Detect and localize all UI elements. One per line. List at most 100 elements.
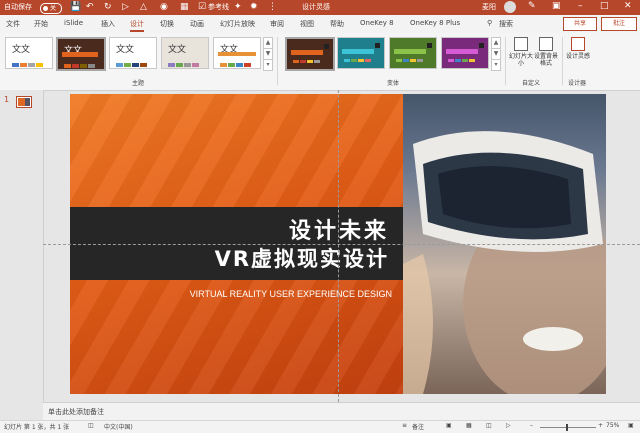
variant-3[interactable] — [389, 37, 437, 69]
search-icon[interactable]: ⚲ — [487, 19, 492, 27]
theme-band — [62, 52, 98, 57]
toggle-knob — [43, 6, 48, 11]
design-ideas-button[interactable]: 设计灵感 — [566, 37, 590, 60]
ribbon-display-icon[interactable]: ▣ — [552, 1, 561, 11]
slide-title-2[interactable]: VR虚拟现实设计 — [215, 243, 389, 273]
variant-stripe — [446, 49, 478, 54]
accessibility-icon[interactable]: ◫ — [88, 422, 94, 429]
autosave-toggle[interactable]: 关 — [40, 3, 62, 14]
close-button[interactable]: ✕ — [624, 1, 632, 11]
themes-more[interactable]: ▾ — [263, 59, 273, 71]
format-background-button[interactable]: 设置背景格式 — [534, 37, 558, 67]
ruler-icon[interactable]: ▦ — [180, 2, 189, 12]
customize-group-label: 自定义 — [522, 80, 541, 87]
notes-toggle[interactable]: 备注 — [412, 422, 424, 431]
theme-colors — [64, 61, 96, 68]
undo-icon[interactable]: ↶ — [86, 2, 94, 12]
user-avatar[interactable] — [504, 1, 516, 13]
tab-review[interactable]: 审阅 — [270, 19, 284, 29]
zoom-out-icon[interactable]: – — [530, 422, 533, 429]
comments-button[interactable]: 批注 — [601, 17, 637, 31]
themes-group-label: 主题 — [132, 80, 145, 87]
eyedropper-icon[interactable]: ✦ — [234, 2, 242, 12]
tab-home[interactable]: 开始 — [34, 19, 48, 29]
variant-stripe — [394, 49, 426, 54]
slide-size-label: 幻灯片大小 — [509, 53, 534, 67]
wand-icon[interactable]: ✹ — [250, 2, 258, 12]
slide-thumbnail[interactable] — [16, 96, 32, 108]
comments-label: 批注 — [612, 20, 625, 27]
variant-1[interactable] — [285, 37, 335, 71]
tab-islide[interactable]: iSlide — [64, 19, 83, 27]
theme-facet[interactable]: 文文 — [109, 37, 157, 69]
slide-subtitle[interactable]: VIRTUAL REALITY USER EXPERIENCE DESIGN — [70, 289, 392, 299]
more-icon[interactable]: ⋮ — [268, 2, 277, 12]
share-label: 共享 — [573, 20, 586, 27]
theme-selected[interactable]: 文文 — [56, 37, 106, 71]
share-button[interactable]: 共享 — [563, 17, 597, 31]
document-title: 设计灵感 — [302, 3, 330, 11]
variant-swatch — [479, 43, 484, 48]
tab-onekey8plus[interactable]: OneKey 8 Plus — [410, 19, 460, 27]
variant-swatch — [324, 44, 329, 49]
format-background-icon — [539, 37, 553, 51]
save-icon[interactable]: 💾 — [70, 2, 81, 12]
tab-design[interactable]: 设计 — [130, 19, 144, 32]
variants-group-label: 变体 — [387, 80, 400, 87]
sorter-view-icon[interactable]: ▦ — [466, 422, 472, 429]
zoom-slider-thumb[interactable] — [566, 424, 568, 431]
tab-slideshow[interactable]: 幻灯片放映 — [220, 19, 255, 29]
notes-pane[interactable]: 单击此处添加备注 — [43, 402, 640, 421]
tab-animations[interactable]: 动画 — [190, 19, 204, 29]
variants-more[interactable]: ▾ — [491, 59, 501, 71]
slide-size-button[interactable]: 幻灯片大小 — [509, 37, 533, 67]
zoom-level[interactable]: 75% — [606, 422, 619, 429]
variant-swatch — [375, 43, 380, 48]
checkbox-icon[interactable]: ☑ — [198, 2, 206, 12]
tab-onekey8[interactable]: OneKey 8 — [360, 19, 394, 27]
redo-icon[interactable]: ↻ — [104, 2, 112, 12]
ribbon: 文文 文文 文文 文文 文文 ▲ ▼ ▾ 主题 ▲ ▼ ▾ 变体 幻灯片大小 设… — [0, 33, 640, 91]
theme-preview-text: 文文 — [168, 45, 187, 55]
tab-help[interactable]: 帮助 — [330, 19, 344, 29]
variant-4[interactable] — [441, 37, 489, 69]
slideshow-view-icon[interactable]: ▷ — [506, 422, 511, 429]
language-label[interactable]: 中文(中国) — [104, 422, 133, 431]
tab-insert[interactable]: 插入 — [101, 19, 115, 29]
slide-counter: 幻灯片 第 1 张，共 1 张 — [4, 424, 70, 431]
normal-view-icon[interactable]: ▣ — [446, 422, 452, 429]
vertical-guide[interactable] — [338, 90, 339, 402]
theme-integral[interactable]: 文文 — [161, 37, 209, 69]
slide-size-icon — [514, 37, 528, 51]
slides-pane: 1 — [0, 90, 44, 402]
reading-view-icon[interactable]: ◫ — [486, 422, 492, 429]
horizontal-guide[interactable] — [43, 244, 640, 245]
divider — [277, 37, 278, 85]
maximize-button[interactable]: □ — [600, 1, 609, 11]
theme-ion[interactable]: 文文 — [213, 37, 261, 69]
variant-2[interactable] — [337, 37, 385, 69]
minimize-button[interactable]: – — [578, 1, 583, 11]
notes-icon[interactable]: ≡ — [402, 422, 407, 429]
shape-icon[interactable]: △ — [140, 2, 147, 12]
tab-transitions[interactable]: 切换 — [160, 19, 174, 29]
fit-slide-icon[interactable]: ▣ — [628, 422, 634, 429]
variant-colors — [448, 55, 476, 64]
zoom-in-icon[interactable]: + — [598, 422, 603, 429]
theme-office[interactable]: 文文 — [5, 37, 53, 69]
search-box[interactable]: 搜索 — [499, 19, 513, 29]
zoom-slider[interactable] — [540, 427, 596, 428]
theme-preview-text: 文文 — [116, 45, 135, 55]
variant-colors — [396, 55, 424, 64]
designer-group-label: 设计器 — [568, 80, 587, 87]
tab-view[interactable]: 视图 — [300, 19, 314, 29]
design-ideas-label: 设计灵感 — [566, 53, 591, 60]
theme-colors — [12, 60, 44, 67]
tab-file[interactable]: 文件 — [6, 19, 20, 29]
variant-stripe — [342, 49, 374, 54]
theme-band — [218, 52, 256, 56]
format-icon[interactable]: ◉ — [160, 2, 168, 12]
present-icon[interactable]: ▷ — [122, 2, 129, 12]
title-bar: 自动保存 关 💾 ↶ ↻ ▷ △ ◉ ▦ ☑ 参考线 ✦ ✹ ⋮ 设计灵感 麦阳… — [0, 0, 640, 15]
pen-icon[interactable]: ✎ — [528, 1, 536, 11]
